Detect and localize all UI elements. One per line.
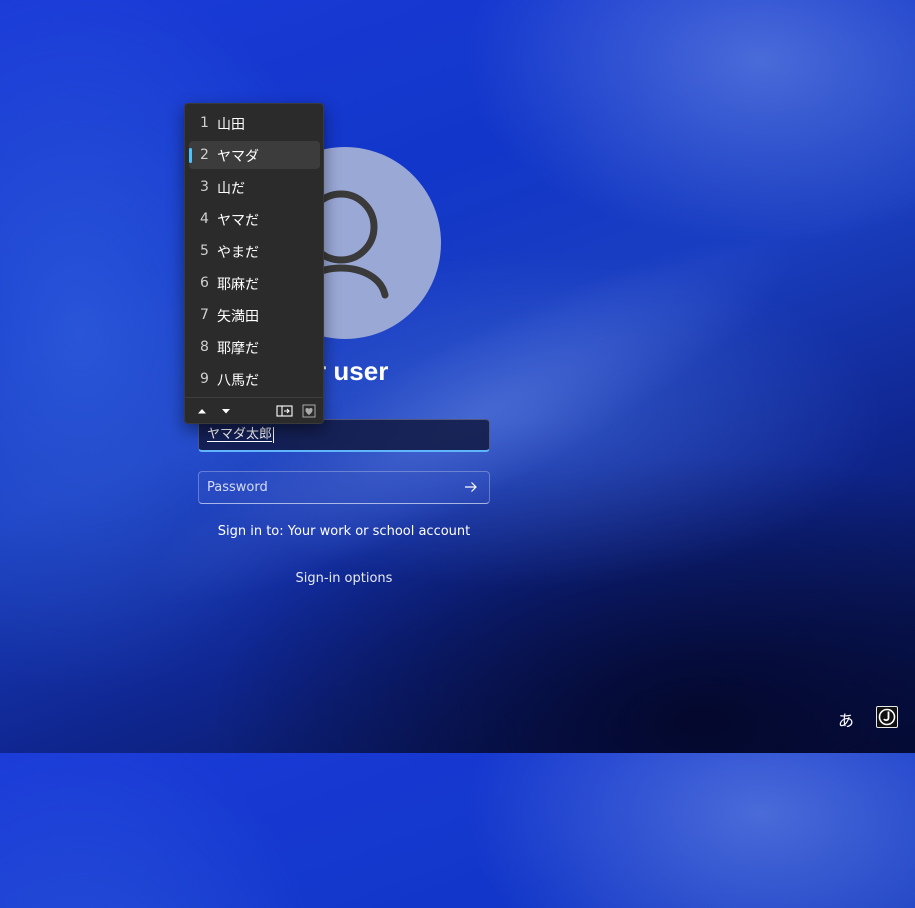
sign-in-options-link[interactable]: Sign-in options bbox=[198, 571, 490, 586]
candidate-text: 八馬だ bbox=[217, 373, 259, 389]
candidate-number: 2 bbox=[200, 147, 209, 163]
ime-candidate[interactable]: 3 山だ bbox=[189, 173, 320, 201]
candidate-text: 耶摩だ bbox=[217, 341, 259, 357]
ime-app-icon[interactable] bbox=[876, 706, 898, 728]
ime-candidate-selected[interactable]: 2 ヤマダ bbox=[189, 141, 320, 169]
candidate-number: 9 bbox=[200, 371, 209, 387]
candidate-text: ヤマダ bbox=[217, 149, 259, 165]
candidate-number: 4 bbox=[200, 211, 209, 227]
ime-candidate[interactable]: 9 八馬だ bbox=[189, 365, 320, 393]
ime-candidate[interactable]: 4 ヤマだ bbox=[189, 205, 320, 233]
candidate-number: 5 bbox=[200, 243, 209, 259]
candidate-number: 3 bbox=[200, 179, 209, 195]
ime-candidate[interactable]: 6 耶麻だ bbox=[189, 269, 320, 297]
ime-candidate[interactable]: 1 山田 bbox=[189, 109, 320, 137]
ime-candidate-window: 1 山田 2 ヤマダ 3 山だ 4 ヤマだ 5 やまだ 6 耶麻だ 7 矢満田 … bbox=[184, 103, 324, 424]
candidate-text: 山田 bbox=[217, 117, 245, 133]
candidate-text: 矢満田 bbox=[217, 309, 259, 325]
password-placeholder: Password bbox=[207, 480, 268, 495]
candidate-text: やまだ bbox=[217, 245, 259, 261]
favorite-icon[interactable] bbox=[302, 404, 316, 418]
background-sheen bbox=[0, 0, 915, 908]
password-input[interactable]: Password bbox=[198, 471, 490, 504]
page-up-icon[interactable] bbox=[195, 404, 209, 418]
candidate-text: 山だ bbox=[217, 181, 245, 197]
ime-candidate[interactable]: 5 やまだ bbox=[189, 237, 320, 265]
candidate-number: 7 bbox=[200, 307, 209, 323]
expand-table-icon[interactable] bbox=[276, 404, 293, 418]
ime-mode-indicator[interactable]: あ bbox=[838, 707, 854, 731]
ime-candidate[interactable]: 7 矢満田 bbox=[189, 301, 320, 329]
j-icon bbox=[878, 708, 896, 726]
ime-candidate-footer bbox=[185, 397, 323, 424]
sign-in-to-text: Sign in to: Your work or school account bbox=[217, 524, 471, 539]
candidate-text: 耶麻だ bbox=[217, 277, 259, 293]
username-input-value: ヤマダ太郎 bbox=[207, 427, 275, 443]
candidate-number: 8 bbox=[200, 339, 209, 355]
candidate-text: ヤマだ bbox=[217, 213, 259, 229]
page-down-icon[interactable] bbox=[219, 404, 233, 418]
candidate-number: 6 bbox=[200, 275, 209, 291]
submit-arrow-icon[interactable] bbox=[463, 479, 479, 495]
ime-candidate[interactable]: 8 耶摩だ bbox=[189, 333, 320, 361]
candidate-number: 1 bbox=[200, 115, 209, 131]
